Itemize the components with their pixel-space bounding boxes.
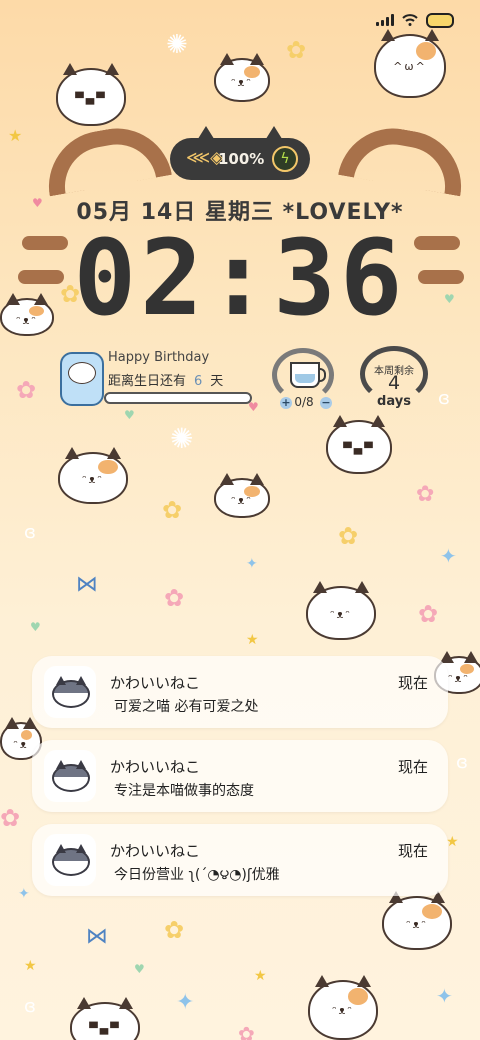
cat-icon	[52, 844, 90, 876]
birthday-prefix: 距离生日还有	[108, 374, 187, 389]
notification-time: 现在	[397, 842, 428, 860]
notification-time: 现在	[397, 758, 428, 776]
star-decoration: ★	[8, 126, 23, 145]
flower-decoration: ✿	[0, 804, 21, 832]
notification-app-name: かわいいねこ	[110, 758, 201, 776]
cat-jar-icon	[60, 352, 104, 406]
flower-decoration: ✿	[338, 522, 359, 550]
notification-app-name: かわいいねこ	[110, 674, 201, 692]
cat-icon	[52, 676, 90, 708]
star-decoration: ★	[246, 632, 259, 648]
notification-card[interactable]: かわいいねこ 现在 可爱之喵 必有可爱之处	[32, 656, 448, 728]
notification-message: 专注是本喵做事的态度	[114, 783, 254, 799]
bolt-icon: ϟ	[272, 146, 298, 172]
wing-decoration: ɞ	[438, 388, 450, 409]
bow-decoration: ⋈	[76, 572, 98, 597]
cat-sticker: ^ω^	[374, 29, 446, 98]
cat-sticker: ▀▄▀	[326, 415, 392, 474]
flower-decoration: ✿	[16, 376, 37, 404]
wing-decoration: ɞ	[24, 522, 36, 543]
birthday-suffix: 天	[210, 374, 224, 389]
star-decoration: ✦	[176, 990, 195, 1015]
star-decoration: ✦	[246, 556, 258, 572]
birthday-countdown: 距离生日还有 6 天	[108, 370, 223, 389]
wing-decoration: ɞ	[24, 996, 36, 1017]
flower-decoration: ✿	[416, 482, 435, 507]
week-remaining-widget[interactable]: 本周剩余 4 days	[360, 346, 430, 412]
birthday-widget[interactable]: Happy Birthday 距离生日还有 6 天	[60, 350, 256, 406]
bow-decoration: ⋈	[86, 924, 108, 949]
app-icon	[44, 750, 96, 802]
star-decoration: ★	[24, 958, 37, 974]
sparkle-decoration: ✺	[170, 422, 194, 455]
week-number: 4	[387, 372, 401, 394]
right-ear-decoration	[338, 119, 470, 197]
cat-sticker: ᵔᴥᵔ	[382, 891, 452, 950]
notification-card[interactable]: かわいいねこ 现在 今日份营业 ʅ(´◔౪◔)ʃ优雅	[32, 824, 448, 896]
sparkle-decoration: ✺	[166, 30, 188, 60]
left-ear-decoration	[40, 119, 172, 197]
battery-percent: 100%	[218, 150, 265, 168]
flower-decoration: ✿	[286, 36, 307, 64]
notification-time: 现在	[397, 674, 428, 692]
notification-message: 今日份营业 ʅ(´◔౪◔)ʃ优雅	[114, 867, 280, 883]
birthday-progress-bar	[104, 392, 252, 404]
flower-decoration: ✿	[164, 916, 185, 944]
cat-sticker: ▀▄▀	[56, 63, 126, 126]
notification-message: 可爱之喵 必有可爱之处	[114, 699, 259, 715]
flower-decoration: ✿	[418, 600, 439, 628]
notification-app-name: かわいいねこ	[110, 842, 201, 860]
cat-sticker: ᵔᴥᵔ	[58, 447, 128, 504]
cup-icon	[290, 362, 326, 388]
wing-decoration: ɞ	[456, 752, 468, 773]
app-icon	[44, 666, 96, 718]
notification-card[interactable]: かわいいねこ 现在 专注是本喵做事的态度	[32, 740, 448, 812]
star-decoration: ★	[254, 968, 267, 984]
water-subtract-button[interactable]: −	[320, 397, 332, 409]
lock-screen: ▀▄▀ ᵔᴥᵔ ^ω^ ᵔᴥᵔ ᵔᴥᵔ ᵔᴥᵔ ▀▄▀ ᵔᴥᵔ ᵔᴥᵔ ᵔᴥ ᵔ…	[0, 0, 480, 1040]
signal-icon	[376, 14, 394, 26]
clock: 02:36	[73, 217, 407, 339]
flower-decoration: ✿	[164, 584, 185, 612]
star-decoration: ✦	[440, 544, 457, 568]
star-decoration: ✦	[18, 886, 30, 902]
heart-decoration: ♥	[124, 408, 135, 422]
status-bar	[376, 10, 454, 30]
heart-decoration: ♥	[134, 962, 145, 976]
birthday-title: Happy Birthday	[108, 350, 210, 365]
battery-icon	[426, 12, 454, 28]
birthday-days: 6	[194, 374, 203, 389]
wifi-icon	[402, 14, 418, 26]
flower-decoration: ✿	[162, 496, 183, 524]
water-widget[interactable]: + 0/8 −	[272, 348, 340, 412]
cat-icon	[52, 760, 90, 792]
battery-pill: ⋘◈ 100% ϟ	[170, 126, 310, 180]
heart-decoration: ♥	[30, 620, 41, 634]
cat-sticker: ᵔᴥᵔ	[308, 975, 378, 1040]
app-icon	[44, 834, 96, 886]
cat-sticker: ᵔᴥᵔ	[214, 53, 270, 102]
cat-sticker: ᵔᴥᵔ	[214, 473, 270, 518]
star-decoration: ✦	[436, 984, 453, 1008]
cat-sticker: ▀▄▀	[70, 997, 140, 1040]
cat-sticker: ᵔᴥᵔ	[306, 581, 376, 640]
week-unit: days	[377, 394, 411, 409]
flower-decoration: ✿	[238, 1022, 255, 1040]
